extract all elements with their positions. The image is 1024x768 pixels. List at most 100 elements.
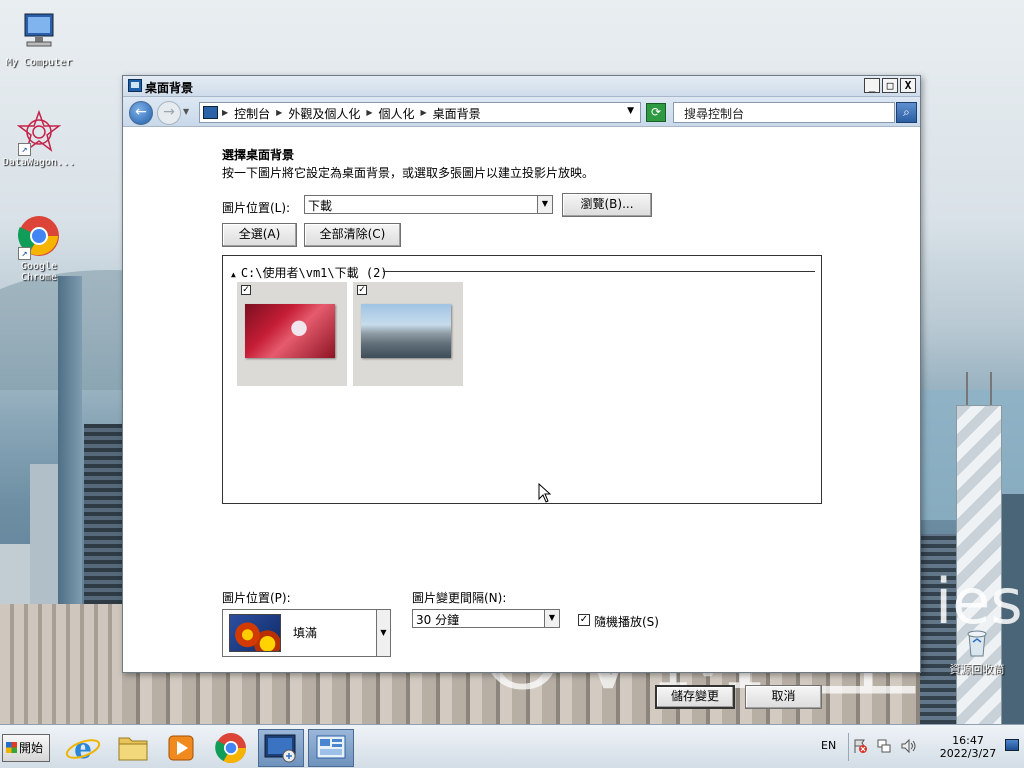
picture-position-label: 圖片位置(P): [222,591,291,605]
arrow-right-icon: → [163,104,175,120]
cancel-button[interactable]: 取消 [745,685,822,709]
desktop-icon-google-chrome[interactable]: ↗ Google Chrome [0,214,78,283]
change-interval-dropdown[interactable]: 30 分鐘 ▼ [412,609,560,628]
clear-all-button[interactable]: 全部清除(C) [304,223,401,247]
chevron-down-icon: ▼ [544,610,559,627]
back-button[interactable]: ← [129,101,153,125]
windows-flag-icon [6,742,17,753]
start-label: 開始 [19,741,44,755]
gallery-item[interactable]: ✓ [237,282,347,386]
page-description: 按一下圖片將它設定為桌面背景，或選取多張圖片以建立投影片放映。 [222,166,595,180]
shortcut-arrow-icon: ↗ [18,143,31,156]
taskbar-remote-desktop[interactable] [258,729,304,767]
picture-gallery[interactable]: ▲ C:\使用者\vm1\下載 (2) ✓ ✓ [222,255,822,504]
media-player-icon [168,735,194,761]
search-icon: ⌕ [903,105,910,119]
refresh-button[interactable]: ⟳ [646,103,666,122]
taskbar: 開始 e EN 16:47 2022/3/27 [0,724,1024,768]
desktop-icon-label: Google Chrome [20,261,58,283]
desktop-icon-my-computer[interactable]: My Computer [0,10,78,68]
breadcrumb-item-desktop-background[interactable]: 桌面背景 [433,105,481,122]
svg-text:e: e [74,732,92,765]
desktop-background-window: 桌面背景 _ □ X ← → ▼ ▶ 控制台 ▶ 外觀及個人化 ▶ 個人化 ▶ … [122,75,921,709]
browse-button[interactable]: 瀏覽(B)... [562,193,652,217]
collapse-triangle-icon[interactable]: ▲ [231,270,236,279]
picture-location-dropdown[interactable]: 下載 ▼ [304,195,553,214]
page-title: 選擇桌面背景 [222,148,295,162]
breadcrumb-chevron-icon[interactable]: ▶ [366,105,372,122]
thumbnail-anime-artwork[interactable] [245,304,335,358]
chevron-down-icon: ▼ [537,196,552,213]
show-desktop-button[interactable] [1005,739,1019,751]
gallery-item-checkbox[interactable]: ✓ [241,285,251,295]
gallery-group-label: C:\使用者\vm1\下載 (2) [240,266,388,280]
gallery-item[interactable]: ✓ [353,282,463,386]
taskbar-media-player[interactable] [160,729,202,767]
action-center-flag-icon[interactable] [852,738,868,754]
gallery-item-checkbox[interactable]: ✓ [357,285,367,295]
desktop-icon-datawagon[interactable]: ↗ DataWagon... [0,109,78,168]
control-panel-icon [316,735,346,759]
maximize-button[interactable]: □ [882,78,898,93]
file-explorer-icon [118,737,148,761]
taskbar-file-explorer[interactable] [112,729,154,767]
internet-explorer-icon: e [65,732,101,765]
remote-desktop-icon [264,734,296,763]
language-indicator[interactable]: EN [821,739,836,752]
save-changes-button[interactable]: 儲存變更 [655,685,735,709]
minimize-button[interactable]: _ [864,78,880,93]
picture-position-dropdown[interactable]: 填滿 ▼ [222,609,391,657]
tray-divider [848,733,849,761]
desktop-icon-recycle-bin[interactable]: 資源回收筒 [936,628,1018,677]
change-interval-label: 圖片變更間隔(N): [412,591,507,605]
start-button[interactable]: 開始 [2,734,50,762]
chrome-icon: ↗ [17,214,61,260]
clock-time: 16:47 [952,734,984,747]
breadcrumb-item-personalization[interactable]: 個人化 [379,105,415,122]
desktop-icon-label: 資源回收筒 [949,663,1005,676]
forward-button[interactable]: → [157,101,181,125]
shortcut-arrow-icon: ↗ [18,247,31,260]
network-icon[interactable] [876,738,892,754]
search-button[interactable]: ⌕ [896,102,917,123]
address-bar: ← → ▼ ▶ 控制台 ▶ 外觀及個人化 ▶ 個人化 ▶ 桌面背景 ▼ ⟳ 搜尋… [123,97,920,127]
shuffle-label[interactable]: 隨機播放(S) [594,613,659,630]
building [0,604,125,724]
window-titlebar[interactable]: 桌面背景 _ □ X [123,76,920,97]
taskbar-internet-explorer[interactable]: e [62,729,104,767]
shuffle-checkbox[interactable]: ✓ [578,614,590,626]
breadcrumb-chevron-icon[interactable]: ▶ [222,105,228,122]
window-title: 桌面背景 [145,81,194,95]
desktop-icon-label: My Computer [5,57,73,68]
breadcrumb-chevron-icon[interactable]: ▶ [276,105,282,122]
picture-location-value: 下載 [308,199,333,213]
volume-icon[interactable] [900,738,918,754]
desktop-icon-label: DataWagon... [2,157,76,168]
main-content: 選擇桌面背景 按一下圖片將它設定為桌面背景，或選取多張圖片以建立投影片放映。 圖… [123,128,920,709]
mouse-cursor-icon [538,483,552,503]
taskbar-control-panel[interactable] [308,729,354,767]
recent-pages-dropdown-icon[interactable]: ▼ [183,107,189,116]
computer-icon [17,10,61,54]
search-input[interactable]: 搜尋控制台 [673,102,895,123]
address-dropdown-icon[interactable]: ▼ [627,106,634,116]
gallery-group-header[interactable]: ▲ C:\使用者\vm1\下載 (2) [231,264,388,281]
clock[interactable]: 16:47 2022/3/27 [928,734,1008,760]
chevron-down-icon: ▼ [376,610,390,656]
breadcrumb-item-control-panel[interactable]: 控制台 [234,105,270,122]
breadcrumb[interactable]: ▶ 控制台 ▶ 外觀及個人化 ▶ 個人化 ▶ 桌面背景 ▼ [199,102,641,123]
close-button[interactable]: X [900,78,916,93]
picture-location-label: 圖片位置(L): [222,201,291,215]
arrow-left-icon: ← [135,104,147,120]
select-all-button[interactable]: 全選(A) [222,223,297,247]
group-divider [383,271,815,272]
taskbar-chrome[interactable] [210,729,252,767]
control-panel-icon [203,106,218,119]
position-preview-image [229,614,281,652]
window-app-icon [128,79,142,92]
chrome-icon [215,733,246,764]
thumbnail-city-skyline[interactable] [361,304,451,358]
breadcrumb-item-appearance[interactable]: 外觀及個人化 [288,105,360,122]
breadcrumb-chevron-icon[interactable]: ▶ [421,105,427,122]
picture-position-value: 填滿 [293,626,318,640]
